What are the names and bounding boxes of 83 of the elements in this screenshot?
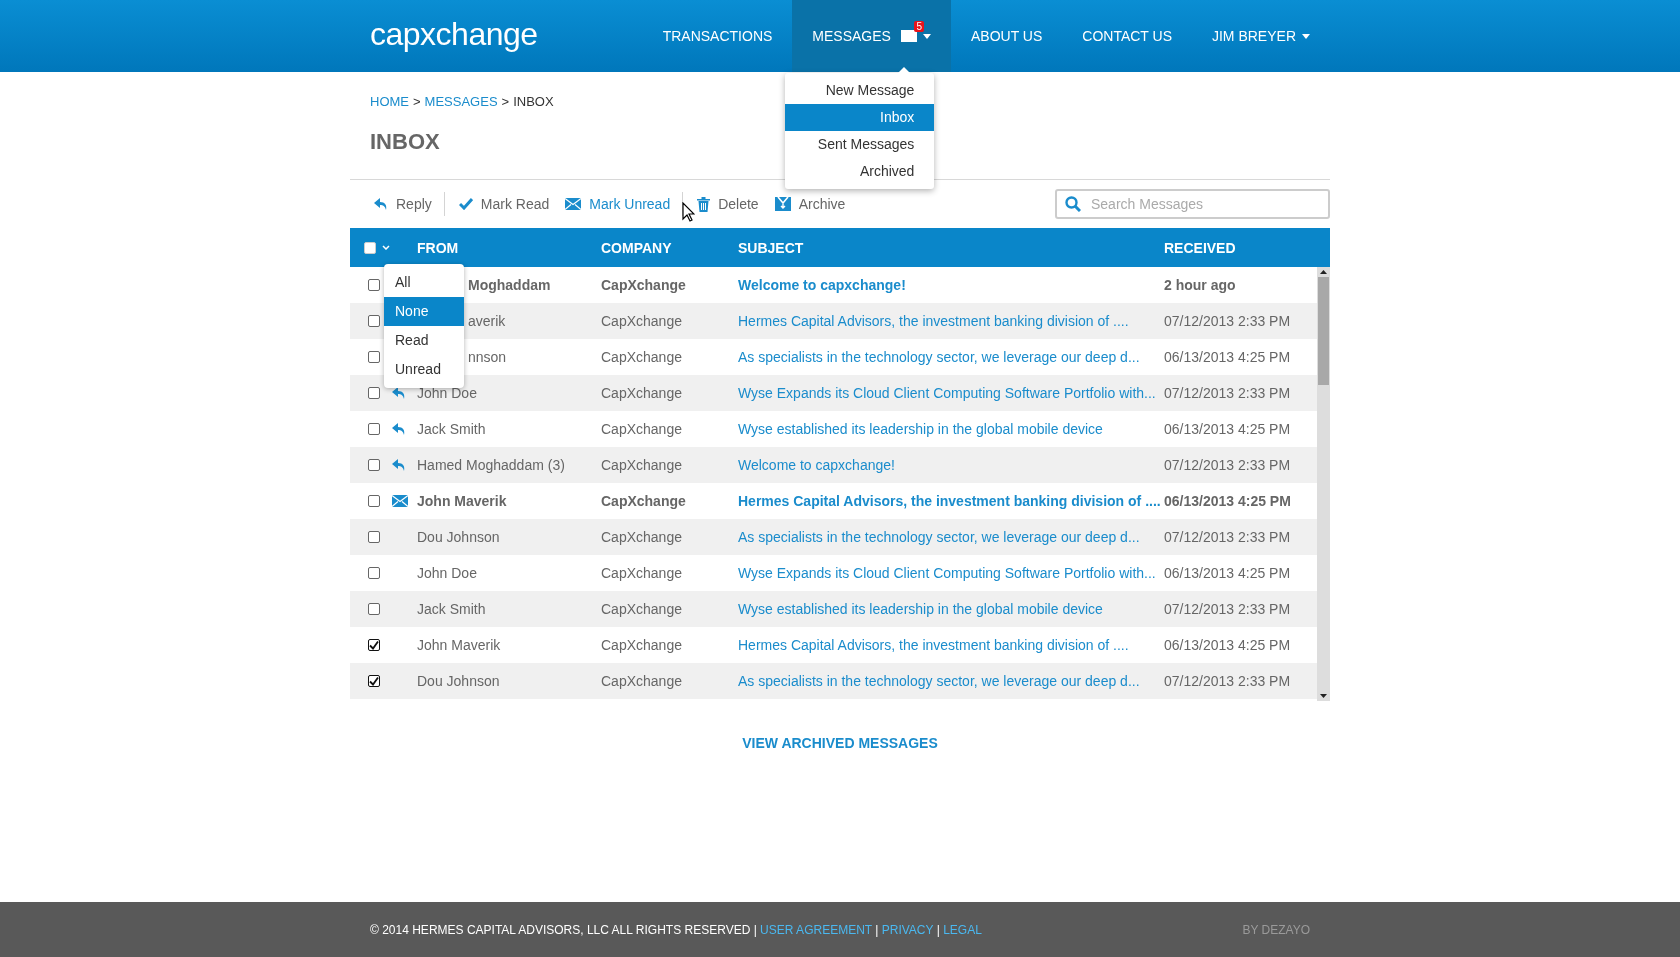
subject-link[interactable]: Wyse Expands its Cloud Client Computing Software Portfolio with... — [738, 385, 1164, 401]
table-cell-text: 07/12/2013 2:33 PM — [1164, 457, 1292, 473]
subject-link[interactable]: Welcome to capxchange! — [738, 277, 1164, 293]
menu-item[interactable]: Read — [384, 326, 464, 355]
footer-link[interactable]: LEGAL — [943, 922, 982, 937]
page-title: INBOX — [370, 129, 440, 155]
table-cell-text: 06/13/2013 4:25 PM — [1164, 421, 1292, 437]
menu-item[interactable]: Archived — [785, 158, 935, 185]
table-cell-text: CapXchange — [601, 421, 683, 437]
table-cell: nnson — [468, 349, 507, 365]
toolbar-button[interactable]: Delete — [689, 192, 767, 216]
search-field[interactable]: Search Messages — [1055, 189, 1330, 219]
menu-item[interactable]: Sent Messages — [785, 131, 935, 158]
nav-link[interactable]: ABOUT US — [950, 0, 1063, 72]
table-cell: averik — [468, 313, 506, 329]
subject-link[interactable]: As specialists in the technology sector, we leverage our deep d... — [738, 349, 1164, 365]
table-cell-text: 06/13/2013 4:25 PM — [1164, 493, 1292, 509]
count-badge: 5 — [914, 21, 924, 32]
nav-link[interactable]: TRANSACTIONS — [642, 0, 793, 72]
column-header[interactable]: SUBJECT — [738, 239, 1164, 256]
table-cell-text: CapXchange — [601, 385, 683, 401]
table-cell-text: 06/13/2013 4:25 PM — [1164, 349, 1292, 365]
column-header[interactable]: COMPANY — [601, 239, 738, 256]
breadcrumb-text: > — [413, 94, 421, 109]
table-cell: John Doe — [417, 385, 477, 401]
nav-link[interactable]: JIM BREYER — [1192, 0, 1330, 72]
table-cell: Hamed Moghaddam (3) — [417, 457, 565, 473]
table-cell-text: CapXchange — [601, 529, 683, 545]
table-cell-text: 07/12/2013 2:33 PM — [1164, 601, 1292, 617]
table-cell-text: CapXchange — [601, 565, 683, 581]
subject-link[interactable]: Hermes Capital Advisors, the investment banking division of .... — [738, 313, 1164, 329]
archived-messages-link[interactable]: VIEW ARCHIVED MESSAGES — [742, 735, 938, 751]
subject-link[interactable]: Hermes Capital Advisors, the investment banking division of .... — [738, 493, 1164, 509]
subject-link[interactable]: Wyse established its leadership in the global mobile device — [738, 421, 1164, 437]
table-cell: Jack Smith — [417, 601, 486, 617]
toolbar-button[interactable]: Mark Read — [450, 192, 558, 216]
menu-item[interactable]: Inbox — [785, 104, 935, 131]
table-cell-text: CapXchange — [601, 637, 683, 653]
table-cell-text: CapXchange — [601, 601, 683, 617]
table-cell: John Maverik — [417, 637, 501, 653]
subject-link[interactable]: Hermes Capital Advisors, the investment banking division of .... — [738, 637, 1164, 653]
table-cell-text: 2 hour ago — [1164, 277, 1237, 293]
table-cell-text: 06/13/2013 4:25 PM — [1164, 637, 1292, 653]
table-cell-text: CapXchange — [601, 457, 683, 473]
copyright-text: © 2014 HERMES CAPITAL ADVISORS, LLC ALL RIGHTS RESERVED | USER AGREEMENT | PRIVACY | LEGAL — [370, 922, 982, 937]
breadcrumb-link[interactable]: HOME — [370, 94, 409, 109]
breadcrumb-text: > — [501, 94, 510, 109]
subject-link[interactable]: Wyse established its leadership in the global mobile device — [738, 601, 1164, 617]
table-cell: John Doe — [417, 565, 477, 581]
menu-item[interactable]: Unread — [384, 355, 464, 384]
table-cell-text: CapXchange — [601, 277, 687, 293]
table-cell-text: 06/13/2013 4:25 PM — [1164, 565, 1292, 581]
column-header[interactable]: FROM — [417, 239, 601, 256]
menu-item[interactable]: All — [384, 268, 464, 297]
footer-link[interactable]: USER AGREEMENT — [760, 922, 872, 937]
table-cell: John Maverik — [417, 493, 507, 509]
nav-link[interactable]: CONTACT US — [1062, 0, 1192, 72]
toolbar-button[interactable]: Archive — [766, 192, 854, 216]
table-cell-text: 07/12/2013 2:33 PM — [1164, 385, 1292, 401]
subject-link[interactable]: As specialists in the technology sector, we leverage our deep d... — [738, 673, 1164, 689]
table-cell-text: 07/12/2013 2:33 PM — [1164, 313, 1292, 329]
table-cell: Moghaddam — [468, 277, 551, 293]
table-cell: Jack Smith — [417, 421, 486, 437]
toolbar-button[interactable]: Reply — [366, 192, 445, 216]
column-header[interactable]: RECEIVED — [1164, 239, 1317, 256]
table-cell-text: CapXchange — [601, 493, 687, 509]
table-cell: Dou Johnson — [417, 673, 500, 689]
breadcrumb-text: INBOX — [513, 94, 554, 109]
table-cell-text: CapXchange — [601, 313, 683, 329]
breadcrumb-link[interactable]: MESSAGES — [424, 94, 498, 109]
table-cell-text: CapXchange — [601, 349, 683, 365]
table-cell-text: 07/12/2013 2:33 PM — [1164, 529, 1292, 545]
table-cell-text: CapXchange — [601, 673, 683, 689]
subject-link[interactable]: Wyse Expands its Cloud Client Computing Software Portfolio with... — [738, 565, 1164, 581]
subject-link[interactable]: As specialists in the technology sector, we leverage our deep d... — [738, 529, 1164, 545]
menu-item[interactable]: New Message — [785, 77, 935, 104]
footer-link[interactable]: PRIVACY — [881, 922, 934, 937]
subject-link[interactable]: Welcome to capxchange! — [738, 457, 1164, 473]
logo[interactable]: capxchange — [370, 15, 538, 57]
menu-item[interactable]: None — [384, 297, 464, 326]
table-cell: Dou Johnson — [417, 529, 500, 545]
table-cell-text: 07/12/2013 2:33 PM — [1164, 673, 1292, 689]
credit-text: BY DEZAYO — [1242, 922, 1310, 937]
